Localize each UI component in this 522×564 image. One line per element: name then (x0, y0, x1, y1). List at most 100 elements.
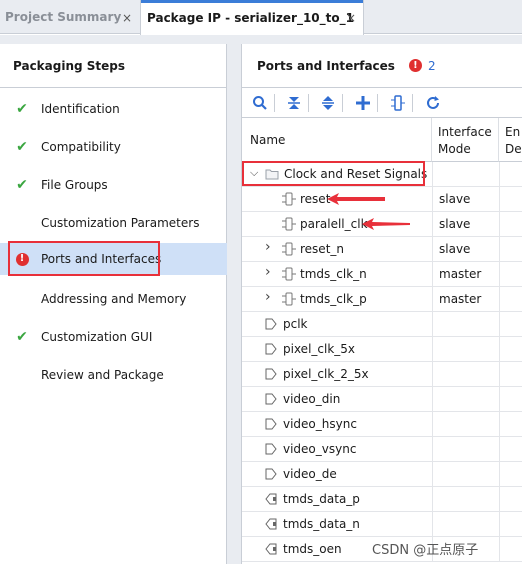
add-icon[interactable] (353, 93, 373, 113)
close-icon[interactable]: × (122, 11, 132, 25)
search-icon[interactable] (250, 93, 270, 113)
chevron-right-icon[interactable]: › (265, 264, 275, 280)
cell-divider (499, 287, 500, 311)
cell-divider (499, 312, 500, 336)
collapse-all-icon[interactable] (284, 93, 304, 113)
step-label: Customization GUI (41, 330, 153, 344)
row-name: tmds_clk_p (300, 292, 367, 306)
packaging-steps-panel: Packaging Steps ✔ Identification ✔ Compa… (0, 44, 227, 564)
cell-divider (432, 162, 433, 186)
step-file-groups[interactable]: ✔ File Groups (0, 169, 227, 201)
cell-divider (432, 437, 433, 461)
interface-icon (282, 267, 296, 281)
cell-divider (499, 512, 500, 536)
expand-all-icon[interactable] (318, 93, 338, 113)
panel-splitter[interactable] (227, 44, 241, 564)
cell-divider (432, 412, 433, 436)
input-port-icon (264, 342, 278, 356)
step-label: File Groups (41, 178, 108, 192)
table-row[interactable]: › reset_n slave (242, 237, 522, 262)
column-header-interface-mode[interactable]: Interface Mode (432, 118, 499, 162)
cell-divider (432, 287, 433, 311)
chevron-right-icon[interactable]: › (265, 289, 275, 305)
table-row[interactable]: tmds_data_p (242, 487, 522, 512)
watermark-text: CSDN @正点原子 (372, 543, 479, 558)
table-row[interactable]: video_din (242, 387, 522, 412)
cell-divider (499, 437, 500, 461)
column-label: Interface (438, 125, 492, 139)
input-port-icon (264, 442, 278, 456)
chevron-right-icon[interactable]: › (265, 239, 275, 255)
cell-divider (432, 337, 433, 361)
annotation-box (242, 161, 425, 186)
output-port-icon (264, 517, 278, 531)
row-name: pclk (283, 317, 308, 331)
table-row[interactable]: video_de (242, 462, 522, 487)
error-count-link[interactable]: 2 (428, 59, 436, 73)
cell-divider (499, 412, 500, 436)
input-port-icon (264, 317, 278, 331)
toolbar-separator (377, 94, 378, 112)
error-icon[interactable]: ! (408, 59, 422, 72)
tab-label: Package IP - serializer_10_to_1 (147, 10, 354, 25)
cell-divider (499, 187, 500, 211)
row-name: video_vsync (283, 442, 357, 456)
interface-icon (282, 192, 296, 206)
row-name: reset (300, 192, 331, 206)
table-row[interactable]: video_vsync (242, 437, 522, 462)
step-compatibility[interactable]: ✔ Compatibility (0, 131, 227, 163)
table-row[interactable]: pixel_clk_2_5x (242, 362, 522, 387)
table-row[interactable]: pixel_clk_5x (242, 337, 522, 362)
cell-divider (499, 387, 500, 411)
refresh-icon[interactable] (423, 93, 443, 113)
row-name: video_de (283, 467, 337, 481)
input-port-icon (264, 392, 278, 406)
row-interface-mode: slave (439, 217, 471, 231)
cell-divider (432, 512, 433, 536)
tab-label: Project Summary (5, 10, 122, 24)
step-addressing-and-memory[interactable]: Addressing and Memory (0, 283, 227, 315)
row-interface-mode: slave (439, 242, 471, 256)
column-header-name[interactable]: Name (242, 118, 432, 162)
column-header-enablement[interactable]: En De (499, 118, 522, 162)
checkmark-icon: ✔ (16, 101, 28, 117)
ports-toolbar (242, 88, 522, 118)
row-name: video_hsync (283, 417, 357, 431)
cell-divider (499, 537, 500, 561)
output-port-icon (264, 492, 278, 506)
row-interface-mode: master (439, 267, 482, 281)
row-name: tmds_oen (283, 542, 342, 556)
input-port-icon (264, 467, 278, 481)
cell-divider (432, 262, 433, 286)
row-name: reset_n (300, 242, 344, 256)
step-review-and-package[interactable]: Review and Package (0, 359, 227, 391)
output-port-icon (264, 542, 278, 556)
step-label: Addressing and Memory (41, 292, 187, 306)
table-row[interactable]: tmds_data_n (242, 512, 522, 537)
cell-divider (499, 462, 500, 486)
checkmark-icon: ✔ (16, 329, 28, 345)
step-label: Review and Package (41, 368, 164, 382)
cell-divider (432, 362, 433, 386)
table-row[interactable]: › tmds_clk_p master (242, 287, 522, 312)
step-customization-gui[interactable]: ✔ Customization GUI (0, 321, 227, 353)
row-interface-mode: master (439, 292, 482, 306)
cell-divider (432, 487, 433, 511)
interface-icon (282, 292, 296, 306)
table-row[interactable]: pclk (242, 312, 522, 337)
cell-divider (499, 362, 500, 386)
interface-icon[interactable] (388, 93, 408, 113)
table-row[interactable]: › tmds_clk_n master (242, 262, 522, 287)
close-icon[interactable]: × (346, 11, 356, 25)
cell-divider (499, 337, 500, 361)
column-label: De (505, 142, 522, 156)
step-customization-parameters[interactable]: Customization Parameters (0, 207, 227, 239)
tab-project-summary[interactable]: Project Summary × (0, 0, 140, 34)
tab-package-ip[interactable]: Package IP - serializer_10_to_1 × (140, 0, 364, 35)
column-label: Name (250, 133, 286, 147)
table-row[interactable]: video_hsync (242, 412, 522, 437)
cell-divider (499, 237, 500, 261)
annotation-arrow (362, 218, 410, 230)
cell-divider (499, 487, 500, 511)
step-identification[interactable]: ✔ Identification (0, 93, 227, 125)
